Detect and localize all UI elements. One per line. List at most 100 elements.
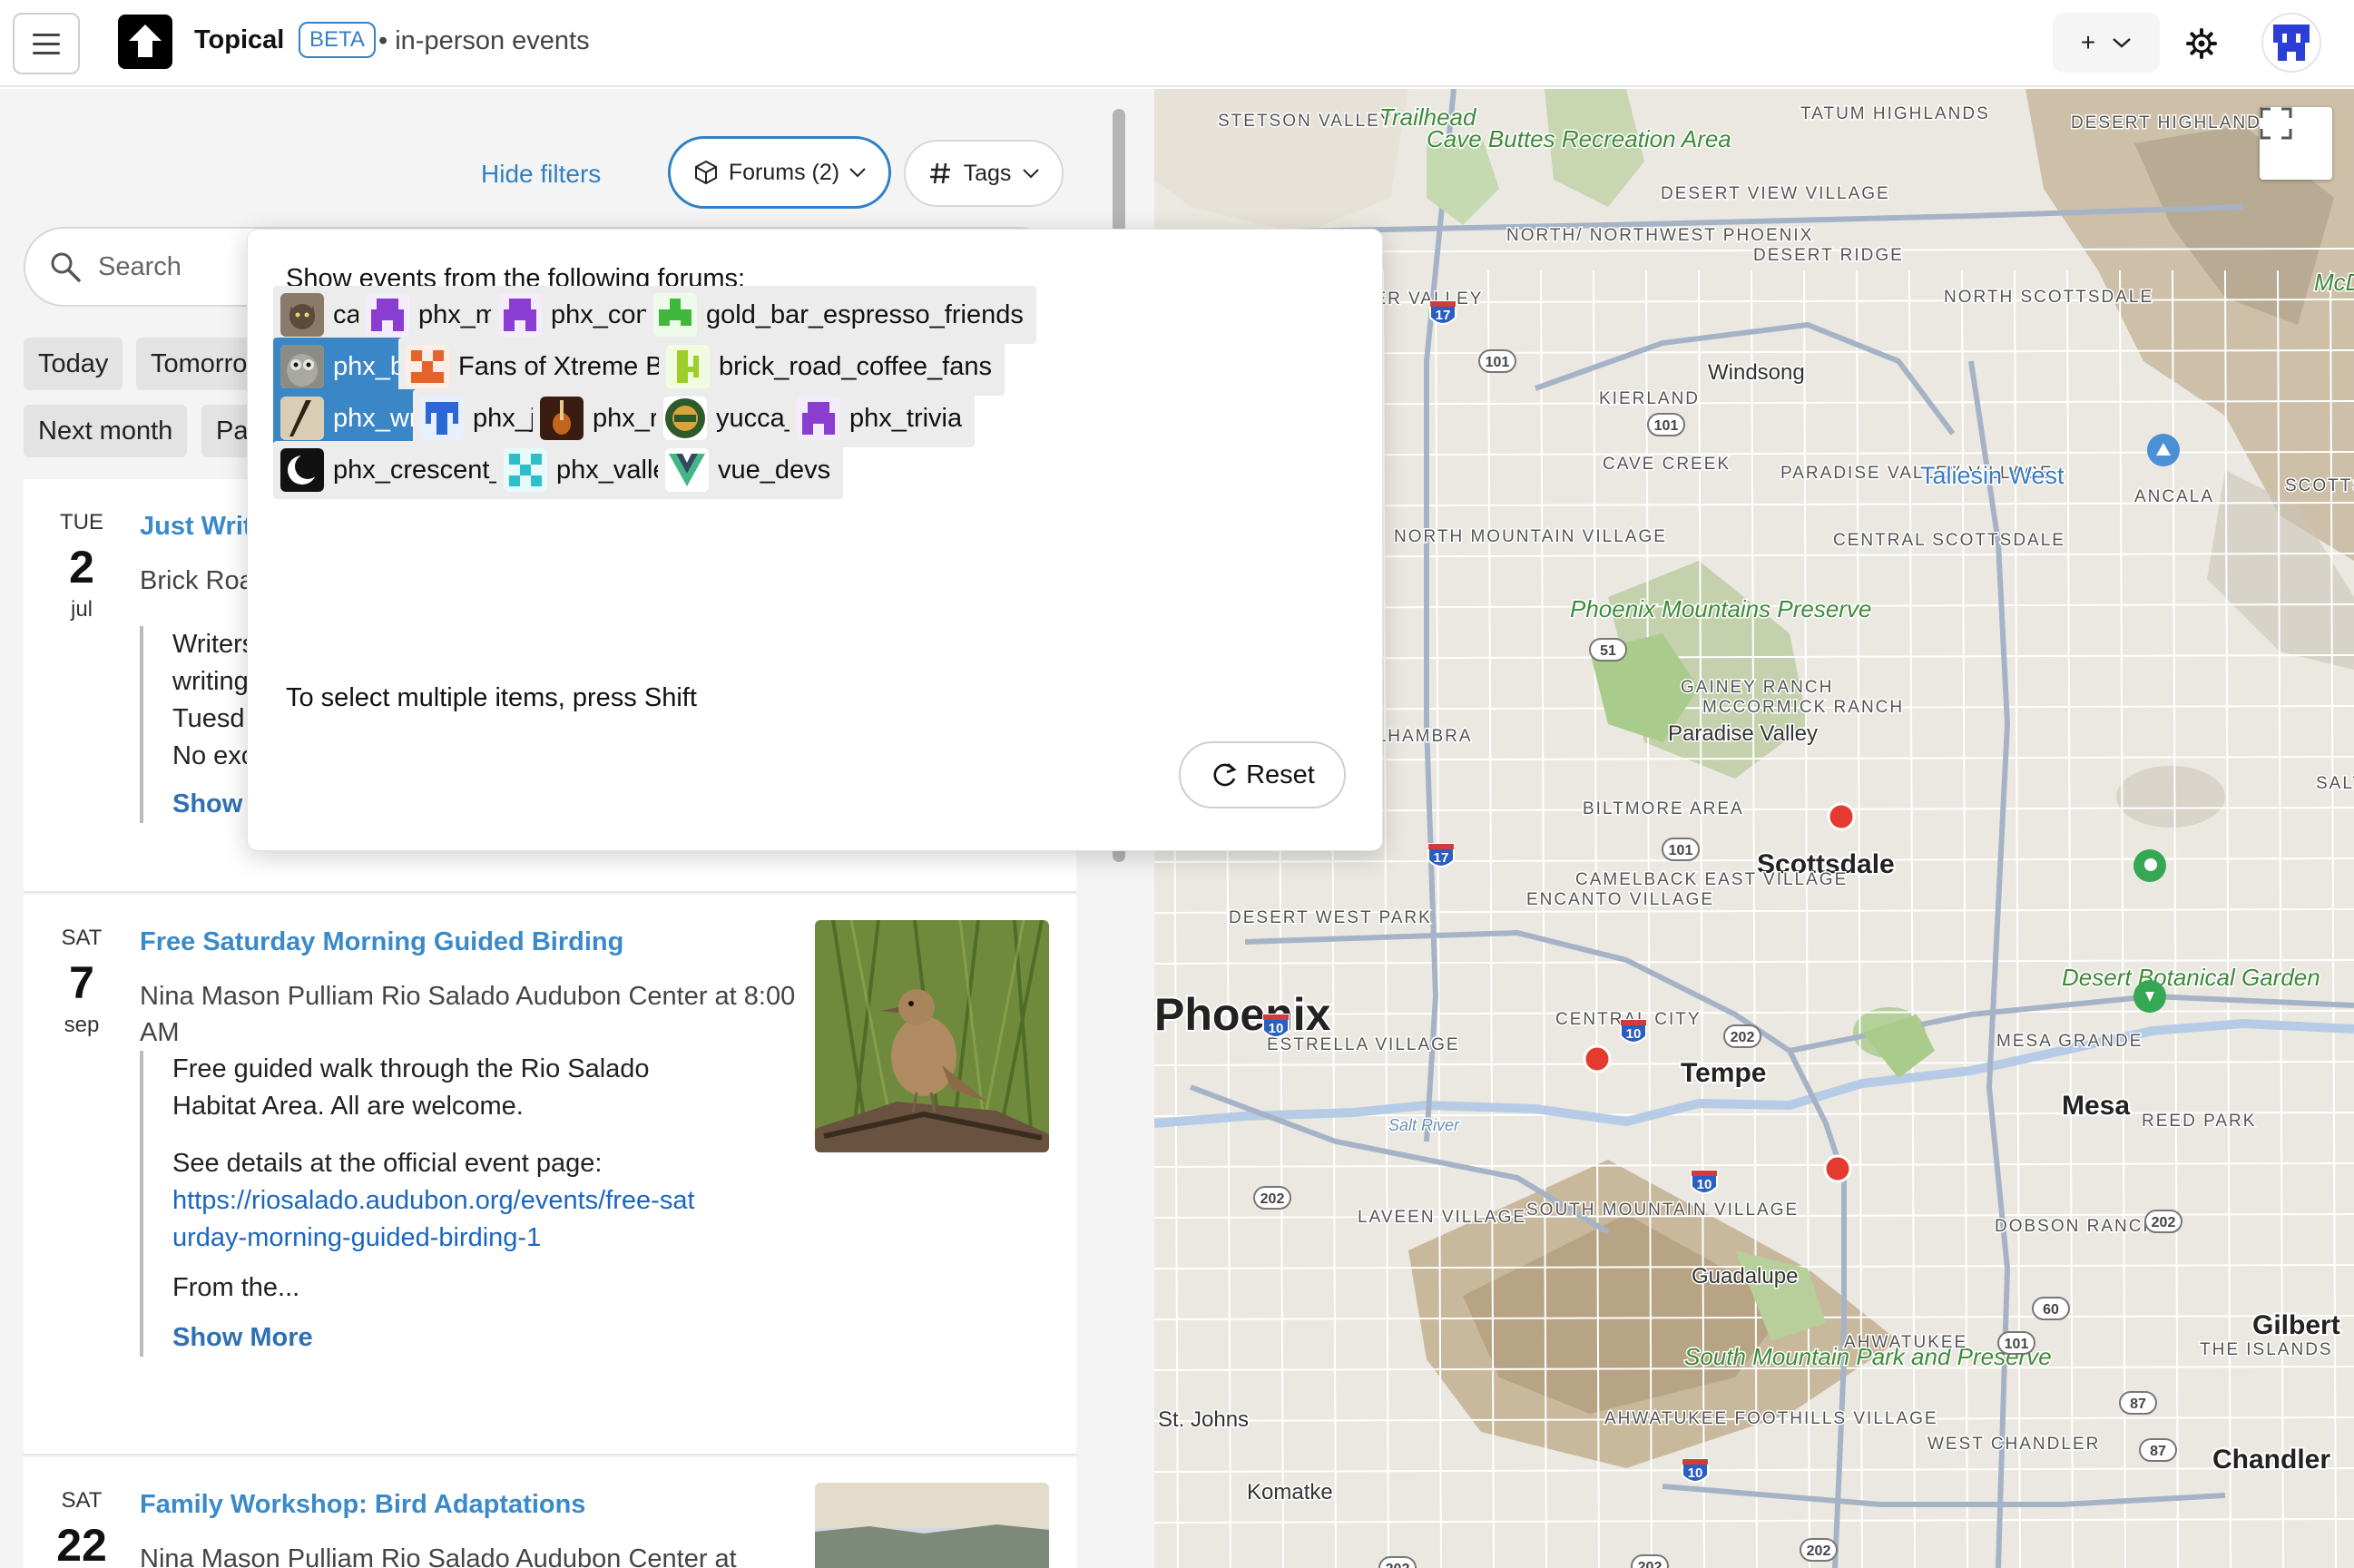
up-arrow-logo-icon (129, 24, 162, 57)
fullscreen-icon (2260, 107, 2292, 140)
interstate-shield: 10 (1262, 1014, 1290, 1038)
shield-number: 17 (1436, 308, 1451, 323)
guitar-photo-icon (540, 397, 584, 440)
hide-filters-link[interactable]: Hide filters (481, 160, 601, 189)
chevron-down-icon (2113, 38, 2132, 48)
map-label-desert-botanical-garden: Desert Botanical Garden (2062, 964, 2320, 991)
map-label-st-johns: St. Johns (1158, 1407, 1249, 1432)
forum-chip-gold-bar-espresso-friends[interactable]: gold_bar_espresso_friends (646, 286, 1036, 344)
map-label-ahwatukee-foothills-village: AHWATUKEE FOOTHILLS VILLAGE (1604, 1409, 1938, 1428)
map-label-tatum-highlands: TATUM HIGHLANDS (1800, 104, 1990, 123)
map-label-central-scottsdale: CENTRAL SCOTTSDALE (1833, 531, 2065, 550)
tags-filter-label: Tags (963, 160, 1012, 186)
orange-pixel-icon (406, 345, 449, 388)
map-label-salt-river: SALT RIVER (2316, 774, 2354, 793)
map-label-tempe: Tempe (1681, 1058, 1766, 1088)
purple-pixel-icon (498, 293, 542, 337)
shield-number: 87 (2150, 1444, 2166, 1459)
event-marker-tempe[interactable] (1823, 1154, 1852, 1183)
state-route-shield: 202 (1253, 1186, 1291, 1210)
tags-filter-button[interactable]: Tags (904, 140, 1064, 207)
forum-chip-label: gold_bar_espresso_friends (706, 299, 1024, 329)
state-route-shield: 101 (1997, 1331, 2035, 1355)
map-label-ancala: ANCALA (2134, 487, 2214, 506)
owl-photo-icon (280, 345, 324, 388)
app-title[interactable]: Topical (194, 25, 284, 55)
map-label-mesa-grande: MESA GRANDE (1996, 1032, 2143, 1051)
map-label-north-northwest-phoenix: NORTH/ NORTHWEST PHOENIX (1506, 226, 1813, 245)
fullscreen-button[interactable] (2260, 107, 2332, 180)
blue-pixel-icon (420, 397, 464, 440)
event-intro: Free guided walk through the Rio Salado … (172, 1054, 650, 1121)
event-card[interactable]: SAT 7 sep Free Saturday Morning Guided B… (24, 895, 1076, 1455)
event-marker-scottsdale[interactable] (1827, 802, 1856, 831)
state-route-shield: 60 (2032, 1297, 2070, 1320)
shield-number: 10 (1697, 1177, 1712, 1192)
map-label-phoenix-mountains-preserve: Phoenix Mountains Preserve (1570, 595, 1871, 622)
map-label-phoenix: Phoenix (1154, 989, 1331, 1040)
event-venue: Nina Mason Pulliam Rio Salado Audubon Ce… (140, 982, 796, 1047)
chevron-down-icon (1023, 169, 1040, 179)
settings-button[interactable] (2178, 20, 2225, 67)
reset-icon (1213, 763, 1237, 787)
event-card[interactable]: SAT 22 Family Workshop: Bird Adaptations… (24, 1457, 1076, 1568)
map-label-scottsdale-mountain: SCOTTSDALE MOUNTAIN (2285, 476, 2354, 495)
map-label-desert-ridge: DESERT RIDGE (1753, 246, 1904, 265)
map-label-gainey-ranch: GAINEY RANCH (1681, 678, 1833, 697)
shield-number: 10 (1626, 1026, 1642, 1042)
lime-pixel-icon (666, 345, 710, 388)
map-label-mccormick-ranch: MCCORMICK RANCH (1702, 698, 1904, 717)
chip-today[interactable]: Today (24, 338, 123, 390)
menu-button[interactable] (13, 13, 80, 74)
chip-next-month[interactable]: Next month (24, 405, 188, 457)
add-button[interactable]: + (2053, 13, 2160, 73)
state-route-shield: 87 (2119, 1391, 2157, 1415)
map-label-the-islands: THE ISLANDS (2200, 1340, 2333, 1359)
reset-label: Reset (1246, 760, 1315, 789)
forum-chip-phx-trivia[interactable]: phx_trivia (790, 389, 976, 447)
event-day: 2 (69, 542, 94, 593)
show-more-link[interactable]: Show More (172, 1319, 702, 1357)
forum-chip-label: vue_devs (718, 455, 831, 485)
user-avatar[interactable] (2261, 13, 2321, 73)
purple-pixel-icon (366, 293, 409, 337)
event-month: jul (70, 597, 93, 622)
cube-icon (694, 160, 717, 185)
forum-chip-vue-devs[interactable]: vue_devs (658, 441, 844, 499)
event-link[interactable]: https://riosalado.audubon.org/events/fre… (172, 1186, 695, 1252)
event-title[interactable]: Family Workshop: Bird Adaptations (140, 1490, 585, 1520)
shield-number: 202 (1807, 1544, 1831, 1559)
event-marker-phoenix[interactable] (1583, 1044, 1612, 1073)
event-title[interactable]: Free Saturday Morning Guided Birding (140, 927, 623, 957)
shield-number: 202 (1386, 1562, 1410, 1568)
event-details-label: See details at the official event page: (172, 1149, 603, 1178)
event-photo-landscape[interactable] (815, 1483, 1049, 1568)
map-label-windsong: Windsong (1708, 360, 1805, 385)
forums-filter-button[interactable]: Forums (2) (668, 136, 891, 209)
shield-number: 202 (1731, 1030, 1755, 1045)
hashtag-icon (929, 162, 950, 184)
state-route-shield: 87 (2139, 1438, 2177, 1462)
topical-logo[interactable] (118, 15, 172, 69)
map-label-guadalupe: Guadalupe (1692, 1264, 1798, 1289)
forum-chip-brick-road-coffee-fans[interactable]: brick_road_coffee_fans (659, 338, 1005, 396)
top-bar: Topical BETA • in-person events + (0, 0, 2354, 87)
event-month: sep (64, 1013, 100, 1037)
interstate-shield: 10 (1620, 1019, 1647, 1044)
shield-number: 10 (1269, 1021, 1284, 1036)
search-icon (51, 252, 81, 282)
map-label-estrella-village: ESTRELLA VILLAGE (1267, 1035, 1460, 1054)
map-label-gilbert: Gilbert (2252, 1310, 2340, 1340)
shield-number: 17 (1434, 850, 1449, 866)
event-photo-bird[interactable] (815, 920, 1049, 1152)
event-day: 7 (69, 957, 94, 1008)
map-label-paradise-valley: Paradise Valley (1668, 721, 1818, 746)
reset-button[interactable]: Reset (1179, 741, 1346, 808)
forums-filter-label: Forums (2) (728, 159, 840, 185)
map-label-stetson-valley: STETSON VALLEY (1218, 112, 1393, 131)
shield-number: 101 (1654, 418, 1679, 434)
state-route-shield: 101 (1478, 349, 1516, 373)
event-venue: Nina Mason Pulliam Rio Salado Audubon Ce… (140, 1544, 737, 1568)
popover-hint: To select multiple items, press Shift (286, 683, 697, 712)
map-label-mcdowell-mountain-regional-hunting: McDowell Mountain Regional Hunting (2314, 269, 2354, 296)
